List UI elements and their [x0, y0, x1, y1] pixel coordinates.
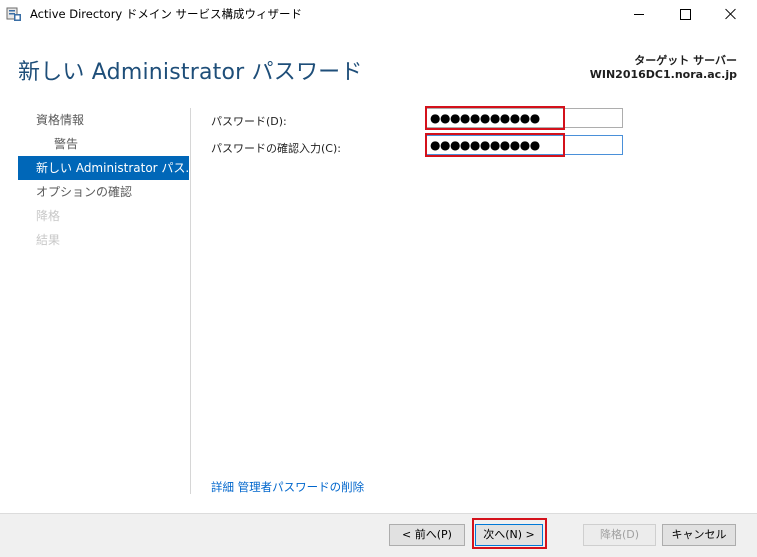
target-server-value: WIN2016DC1.nora.ac.jp	[589, 68, 737, 81]
nav-item-demotion: 降格	[36, 209, 61, 223]
maximize-icon	[679, 8, 691, 20]
target-server-label: ターゲット サーバー	[634, 54, 737, 67]
minimize-button[interactable]	[616, 0, 662, 28]
nav-divider	[190, 108, 191, 494]
password-label: パスワード(D):	[211, 115, 287, 128]
confirm-password-highlight	[425, 133, 565, 157]
back-button[interactable]: < 前へ(P)	[389, 524, 465, 546]
nav-item-review-options[interactable]: オプションの確認	[18, 180, 189, 204]
confirm-password-label: パスワードの確認入力(C):	[211, 142, 341, 155]
window-title: Active Directory ドメイン サービス構成ウィザード	[30, 7, 303, 21]
demote-button: 降格(D)	[583, 524, 656, 546]
nav-item-results: 結果	[36, 233, 61, 247]
minimize-icon	[634, 13, 644, 15]
password-highlight	[425, 106, 565, 130]
close-icon	[725, 8, 737, 20]
close-button[interactable]	[708, 0, 754, 28]
cancel-button[interactable]: キャンセル	[662, 524, 736, 546]
nav-item-credentials[interactable]: 資格情報	[18, 108, 189, 132]
details-link[interactable]: 詳細 管理者パスワードの削除	[211, 479, 364, 495]
ad-wizard-icon	[6, 7, 21, 21]
nav-item-warnings[interactable]: 警告	[18, 132, 189, 156]
title-bar: Active Directory ドメイン サービス構成ウィザード	[0, 0, 757, 28]
maximize-button[interactable]	[662, 0, 708, 28]
page-title: 新しい Administrator パスワード	[18, 60, 363, 85]
nav-item-new-admin-password[interactable]: 新しい Administrator パス...	[18, 156, 189, 180]
next-button-highlight	[472, 518, 547, 549]
wizard-nav: 資格情報 警告 新しい Administrator パス... オプションの確認…	[18, 108, 189, 252]
